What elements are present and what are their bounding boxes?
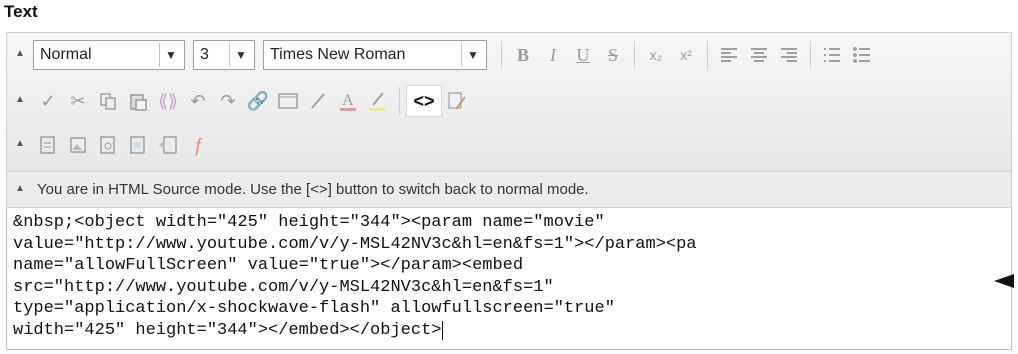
source-mode-notice-text: You are in HTML Source mode. Use the [<>…: [37, 181, 589, 198]
cleanup-icon[interactable]: [442, 86, 472, 116]
table-insert-icon[interactable]: [33, 130, 63, 160]
align-left-icon[interactable]: [714, 40, 744, 70]
source-line: src="http://www.youtube.com/v/y-MSL42NV3…: [13, 277, 554, 297]
font-size-select[interactable]: 3 ▼: [193, 40, 255, 70]
spellcheck-icon[interactable]: ✓: [33, 86, 63, 116]
align-right-icon[interactable]: [774, 40, 804, 70]
underline-icon[interactable]: U: [568, 40, 598, 70]
source-line: &nbsp;<object width="425" height="344"><…: [13, 213, 605, 232]
plugin-icon[interactable]: [153, 130, 183, 160]
anchor-icon[interactable]: ⟪⟫: [153, 86, 183, 116]
link-icon[interactable]: 🔗: [243, 86, 273, 116]
svg-text:A: A: [342, 92, 354, 109]
editor-toolbar: ▲ Normal ▼ 3 ▼ Times New Roman ▼ B I U S…: [6, 32, 1012, 172]
field-label: Text: [4, 2, 38, 21]
superscript-icon[interactable]: x²: [671, 40, 701, 70]
media-insert-icon[interactable]: [93, 130, 123, 160]
italic-icon[interactable]: I: [538, 40, 568, 70]
line-icon[interactable]: [303, 86, 333, 116]
font-family-select[interactable]: Times New Roman ▼: [263, 40, 487, 70]
cut-icon[interactable]: ✂: [63, 86, 93, 116]
ordered-list-icon[interactable]: [817, 40, 847, 70]
chevron-down-icon[interactable]: ▼: [229, 43, 252, 67]
undo-icon[interactable]: ↶: [183, 86, 213, 116]
toolbar-row-3: ▲ ƒ: [7, 127, 213, 163]
source-line: name="allowFullScreen" value="true"></pa…: [13, 256, 524, 275]
toolbar-separator: [810, 41, 811, 69]
flash-icon[interactable]: ƒ: [183, 130, 213, 160]
chevron-down-icon[interactable]: ▼: [159, 43, 182, 67]
font-color-icon[interactable]: A: [333, 86, 363, 116]
toolbar-row-1: ▲ Normal ▼ 3 ▼ Times New Roman ▼ B I U S…: [7, 37, 877, 73]
redo-icon[interactable]: ↷: [213, 86, 243, 116]
toolbar-separator: [634, 41, 635, 69]
source-toggle-icon[interactable]: <>: [406, 85, 442, 117]
html-source-textarea[interactable]: &nbsp;<object width="425" height="344"><…: [6, 208, 1012, 350]
toolbar-separator: [707, 41, 708, 69]
pointer-arrow-icon: [994, 274, 1014, 288]
font-family-select-value: Times New Roman: [270, 46, 406, 63]
toolbar-row-2: ▲ ✓ ✂ ⟪⟫ ↶ ↷ 🔗 A <>: [7, 83, 472, 119]
toolbar-separator: [399, 87, 400, 115]
bold-icon[interactable]: B: [508, 40, 538, 70]
image-insert-icon[interactable]: [63, 130, 93, 160]
html-source-code[interactable]: &nbsp;<object width="425" height="344"><…: [7, 208, 1011, 341]
rich-text-editor: ▲ Normal ▼ 3 ▼ Times New Roman ▼ B I U S…: [6, 32, 1012, 350]
format-select-value: Normal: [40, 46, 92, 63]
format-select[interactable]: Normal ▼: [33, 40, 185, 70]
highlight-icon[interactable]: [363, 86, 393, 116]
collapse-toolbar-icon[interactable]: ▲: [13, 94, 27, 108]
template-icon[interactable]: [123, 130, 153, 160]
subscript-icon[interactable]: x₂: [641, 40, 671, 70]
strikethrough-icon[interactable]: S: [598, 40, 628, 70]
copy-icon[interactable]: [93, 86, 123, 116]
text-cursor: [442, 320, 444, 340]
collapse-toolbar-icon[interactable]: ▲: [13, 183, 27, 197]
font-size-select-value: 3: [200, 46, 209, 63]
toolbar-separator: [501, 41, 502, 69]
collapse-toolbar-icon[interactable]: ▲: [13, 48, 27, 62]
image-icon[interactable]: [273, 86, 303, 116]
source-line: width="425" height="344"></embed></objec…: [13, 320, 442, 340]
collapse-toolbar-icon[interactable]: ▲: [13, 138, 27, 152]
unordered-list-icon[interactable]: [847, 40, 877, 70]
source-mode-notice: ▲ You are in HTML Source mode. Use the […: [6, 172, 1012, 208]
source-line: type="application/x-shockwave-flash" all…: [13, 299, 615, 318]
align-center-icon[interactable]: [744, 40, 774, 70]
chevron-down-icon[interactable]: ▼: [461, 43, 484, 67]
source-line: value="http://www.youtube.com/v/y-MSL42N…: [13, 234, 697, 254]
paste-icon[interactable]: [123, 86, 153, 116]
